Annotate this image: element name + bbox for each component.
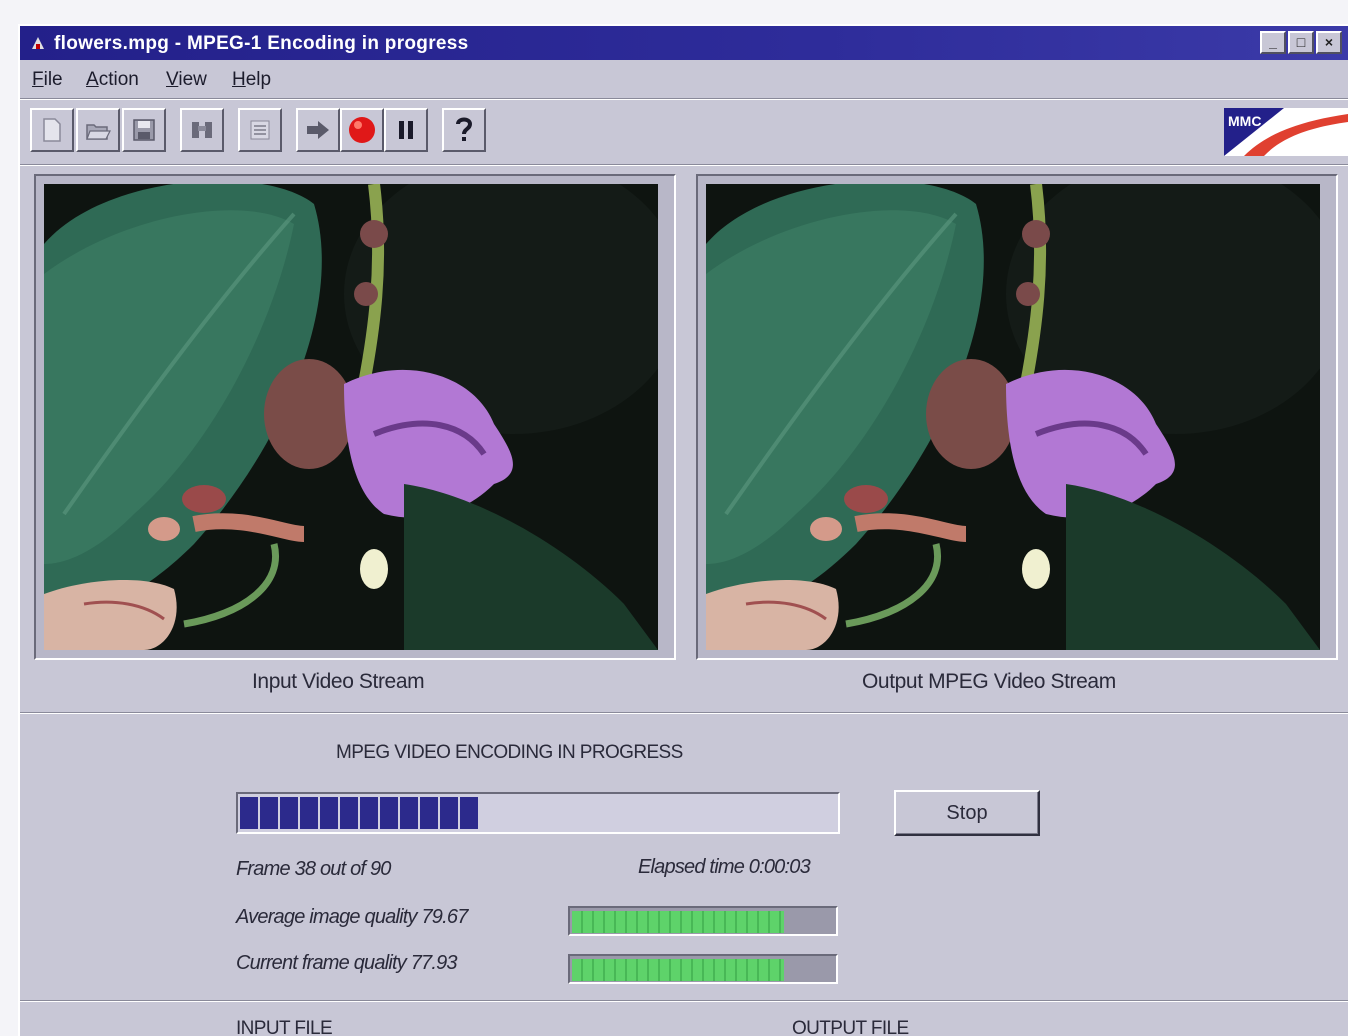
progress-segment xyxy=(260,797,278,829)
title-bar[interactable]: flowers.mpg - MPEG-1 Encoding in progres… xyxy=(20,26,1348,60)
output-video-panel xyxy=(696,174,1338,660)
toolbar-separator xyxy=(20,164,1348,166)
progress-segment xyxy=(360,797,378,829)
stop-button[interactable]: Stop xyxy=(894,790,1040,836)
save-icon xyxy=(133,119,155,141)
progress-segment xyxy=(320,797,338,829)
record-icon xyxy=(349,117,375,143)
menu-help[interactable]: Help xyxy=(232,69,271,91)
current-quality-bar xyxy=(568,954,838,984)
output-file-label: OUTPUT FILE xyxy=(792,1018,909,1036)
window-title: flowers.mpg - MPEG-1 Encoding in progres… xyxy=(54,33,469,54)
frame-counter: Frame 38 out of 90 xyxy=(236,858,391,880)
encoding-progress-bar xyxy=(236,792,840,834)
input-video-image xyxy=(44,184,658,650)
binoculars-icon xyxy=(192,122,212,138)
current-quality-label: Current frame quality 77.93 xyxy=(236,952,458,974)
record-button[interactable] xyxy=(340,108,384,152)
open-icon xyxy=(86,124,111,140)
pause-button[interactable] xyxy=(384,108,428,152)
list-button[interactable] xyxy=(238,108,282,152)
forward-button[interactable] xyxy=(296,108,340,152)
logo-text: MMC xyxy=(1228,113,1261,129)
progress-segment xyxy=(400,797,418,829)
menu-view[interactable]: View xyxy=(166,69,207,91)
encoding-progress-fill xyxy=(240,797,490,829)
minimize-button[interactable]: _ xyxy=(1260,31,1286,54)
progress-segment xyxy=(380,797,398,829)
new-icon xyxy=(43,118,61,142)
find-button[interactable] xyxy=(180,108,224,152)
progress-segment xyxy=(440,797,458,829)
toolbar: MMC xyxy=(20,100,1348,162)
output-video-image xyxy=(706,184,1320,650)
mmc-logo: MMC xyxy=(1224,108,1348,156)
input-video-frame xyxy=(44,184,658,650)
encoder-window: flowers.mpg - MPEG-1 Encoding in progres… xyxy=(18,24,1348,1036)
progress-segment xyxy=(420,797,438,829)
input-video-panel xyxy=(34,174,676,660)
app-icon xyxy=(32,37,44,49)
help-button[interactable] xyxy=(442,108,486,152)
close-button[interactable]: × xyxy=(1316,31,1342,54)
open-button[interactable] xyxy=(76,108,120,152)
forward-arrow-icon xyxy=(307,121,329,139)
status-separator xyxy=(20,1000,1348,1002)
maximize-button[interactable]: □ xyxy=(1288,31,1314,54)
average-quality-bar xyxy=(568,906,838,936)
output-video-caption: Output MPEG Video Stream xyxy=(862,670,1116,693)
menu-file[interactable]: File xyxy=(32,69,63,91)
new-button[interactable] xyxy=(30,108,74,152)
progress-segment xyxy=(460,797,478,829)
menu-action[interactable]: Action xyxy=(86,69,139,91)
progress-segment xyxy=(300,797,318,829)
elapsed-time: Elapsed time 0:00:03 xyxy=(638,856,811,878)
input-video-caption: Input Video Stream xyxy=(252,670,425,693)
progress-segment xyxy=(280,797,298,829)
progress-segment xyxy=(240,797,258,829)
encoding-status-title: MPEG VIDEO ENCODING IN PROGRESS xyxy=(336,742,683,763)
progress-segment xyxy=(340,797,358,829)
current-quality-fill xyxy=(572,959,784,981)
help-icon xyxy=(456,117,473,141)
average-quality-label: Average image quality 79.67 xyxy=(236,906,468,928)
list-icon xyxy=(250,120,270,140)
average-quality-fill xyxy=(572,911,784,933)
menu-bar: File Action View Help xyxy=(20,62,1348,96)
save-button[interactable] xyxy=(122,108,166,152)
video-separator xyxy=(20,712,1348,714)
input-file-label: INPUT FILE xyxy=(236,1018,333,1036)
output-video-frame xyxy=(706,184,1320,650)
pause-icon xyxy=(399,121,413,139)
